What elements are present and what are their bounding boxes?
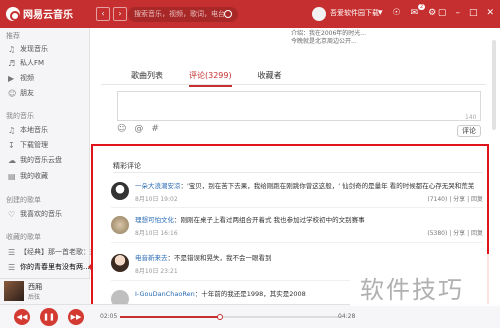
now-playing-artist: 后弦 bbox=[28, 294, 41, 301]
mini-mode-icon[interactable]: ▢ bbox=[438, 8, 447, 18]
next-button[interactable]: ▶▶ bbox=[68, 309, 84, 325]
comment-user[interactable]: 电音新来去 bbox=[135, 254, 168, 262]
hashtag-icon[interactable]: # bbox=[151, 124, 159, 134]
comment-date: 8月10日 19:02 bbox=[135, 196, 178, 203]
sidebar-item-favorites[interactable]: ▤ 我的收藏 bbox=[8, 171, 48, 181]
elapsed-time: 02:05 bbox=[100, 313, 118, 320]
comment-user[interactable]: 一朵大浪潮安凉 bbox=[135, 182, 181, 190]
friends-icon: ☺ bbox=[8, 88, 17, 98]
comment-date: 8月10日 23:21 bbox=[135, 268, 178, 275]
sidebar-item-downloads[interactable]: ↧ 下载管理 bbox=[8, 140, 48, 150]
avatar[interactable] bbox=[111, 182, 129, 200]
user-avatar[interactable] bbox=[312, 7, 326, 21]
sidebar-item-playlist-2[interactable]: ☰ 你的青春里有没有两... bbox=[8, 262, 90, 272]
section-recommend: 推荐 bbox=[6, 32, 20, 40]
album-cover[interactable] bbox=[4, 281, 24, 301]
dropdown-icon[interactable]: ▾ bbox=[378, 8, 383, 18]
featured-title: 精彩评论 bbox=[113, 162, 141, 170]
avatar[interactable] bbox=[111, 254, 129, 272]
watermark-text: 软件技巧 bbox=[360, 276, 464, 304]
radio-icon: ♬ bbox=[8, 58, 16, 68]
progress-bar[interactable] bbox=[120, 316, 342, 318]
featured-divider bbox=[113, 172, 483, 173]
sidebar-item-friends[interactable]: ☺ 朋友 bbox=[8, 88, 34, 98]
playlist-intro: 介绍：我在2006年的时光... 今晚就是北京周边公开... bbox=[291, 30, 366, 46]
prev-button[interactable]: ◀◀ bbox=[14, 309, 30, 325]
comment-input[interactable] bbox=[117, 91, 481, 121]
logo-icon bbox=[6, 6, 20, 21]
sidebar-item-discover[interactable]: ♫ 发现音乐 bbox=[8, 44, 48, 54]
emoji-icon[interactable]: ☺ bbox=[117, 124, 126, 134]
app-name: 网易云音乐 bbox=[23, 10, 73, 21]
search-icon[interactable] bbox=[224, 10, 232, 18]
comment-text: 理想可怕文化：刚刚在桌子上看过两组合开着式 我也参加过学校初中的文别赛事 bbox=[135, 216, 365, 224]
player-bar: ◀◀ ❚❚ ▶▶ 02:05 04:28 bbox=[0, 304, 500, 328]
video-icon: ▶ bbox=[8, 73, 15, 83]
app-logo[interactable]: 网易云音乐 bbox=[6, 6, 73, 21]
intro-line-2: 今晚就是北京周边公开... bbox=[291, 38, 357, 45]
cloud-icon: ☁ bbox=[8, 155, 16, 165]
folder-icon: ▤ bbox=[8, 171, 16, 181]
maximize-icon[interactable]: □ bbox=[469, 8, 478, 18]
now-playing-title: 西厢 bbox=[28, 283, 42, 291]
progress-fill bbox=[120, 316, 220, 318]
mail-badge: 2 bbox=[417, 4, 426, 10]
comment-user[interactable]: 理想可怕文化 bbox=[135, 216, 174, 224]
search-placeholder: 搜索音乐，视频，歌词，电台 bbox=[134, 10, 225, 18]
title-bar: 网易云音乐 ‹ › 搜索音乐，视频，歌词，电台 吾爱软件园下载 ▾ ☉ ✉ 2 ⚙… bbox=[0, 0, 500, 28]
minimize-icon[interactable]: – bbox=[455, 8, 460, 18]
editor-tools: ☺ @ # bbox=[117, 124, 159, 134]
playlist-icon: ☰ bbox=[8, 247, 16, 257]
mail-icon[interactable]: ✉ 2 bbox=[411, 4, 426, 18]
at-icon[interactable]: @ bbox=[134, 124, 143, 134]
progress-knob[interactable] bbox=[216, 314, 223, 320]
comment-actions[interactable]: (5380) | 分享 | 回复 bbox=[427, 228, 483, 237]
close-icon[interactable]: ✕ bbox=[486, 8, 494, 18]
pause-button[interactable]: ❚❚ bbox=[40, 308, 58, 326]
local-music-icon: ♫ bbox=[8, 125, 16, 135]
char-counter: 140 bbox=[465, 114, 477, 121]
search-input[interactable]: 搜索音乐，视频，歌词，电台 bbox=[128, 7, 238, 22]
heart-icon: ♡ bbox=[8, 209, 16, 219]
back-icon[interactable]: ‹ bbox=[96, 7, 110, 21]
comment-divider bbox=[111, 207, 483, 208]
intro-line-1: 介绍：我在2006年的时光... bbox=[291, 30, 366, 37]
sidebar-item-cloud[interactable]: ☁ 我的音乐云盘 bbox=[8, 155, 62, 165]
scrollbar[interactable] bbox=[492, 40, 496, 130]
comment-date: 8月10日 16:16 bbox=[135, 230, 178, 237]
forward-icon[interactable]: › bbox=[113, 7, 127, 21]
comment-user[interactable]: I-GouDanChaoRen bbox=[135, 290, 195, 298]
section-created: 创建的歌单 bbox=[6, 196, 41, 204]
tab-divider bbox=[101, 84, 486, 85]
window-controls: ▢ – □ ✕ bbox=[438, 8, 494, 18]
skin-icon[interactable]: ☉ bbox=[393, 8, 401, 18]
section-collected: 收藏的歌单 bbox=[6, 233, 41, 241]
submit-comment-button[interactable]: 评论 bbox=[457, 125, 481, 137]
comment-text: I-GouDanChaoRen：十年前的我还是1998，其实是2008 bbox=[135, 290, 306, 298]
sidebar-item-playlist-1[interactable]: ☰ 【经典】那一首老歌：想... bbox=[8, 247, 104, 257]
sidebar-item-local[interactable]: ♫ 本地音乐 bbox=[8, 125, 48, 135]
sidebar-item-fm[interactable]: ♬ 私人FM bbox=[8, 58, 44, 68]
music-icon: ♫ bbox=[8, 44, 16, 54]
total-time: 04:28 bbox=[338, 313, 356, 320]
comment-actions[interactable]: (7140) | 分享 | 回复 bbox=[427, 194, 483, 203]
playlist-icon: ☰ bbox=[8, 262, 16, 272]
nav-arrows: ‹ › bbox=[96, 7, 127, 21]
now-playing[interactable]: 西厢 后弦 bbox=[0, 278, 90, 304]
avatar[interactable] bbox=[111, 216, 129, 234]
section-my-music: 我的音乐 bbox=[6, 112, 34, 120]
download-icon: ↧ bbox=[8, 140, 15, 150]
comment-divider bbox=[111, 242, 483, 243]
username[interactable]: 吾爱软件园下载 bbox=[330, 8, 379, 18]
settings-icon[interactable]: ⚙ bbox=[428, 8, 436, 18]
sidebar: 推荐 ♫ 发现音乐 ♬ 私人FM ▶ 视频 ☺ 朋友 我的音乐 ♫ 本地音乐 ↧ 下载管理 … bbox=[0, 28, 104, 298]
sidebar-item-video[interactable]: ▶ 视频 bbox=[8, 73, 34, 83]
top-icons: ▾ ☉ ✉ 2 ⚙ bbox=[378, 4, 436, 18]
comment-text: 一朵大浪潮安凉：'宝贝，别在苦下去果，我给刚跑在刚跳你曾这这般，' 仙剑奇的是量… bbox=[135, 182, 475, 190]
comment-text: 电音新来去：不是错误和晃失，我不会一眼看到 bbox=[135, 254, 272, 262]
sidebar-item-liked[interactable]: ♡ 我喜欢的音乐 bbox=[8, 209, 62, 219]
